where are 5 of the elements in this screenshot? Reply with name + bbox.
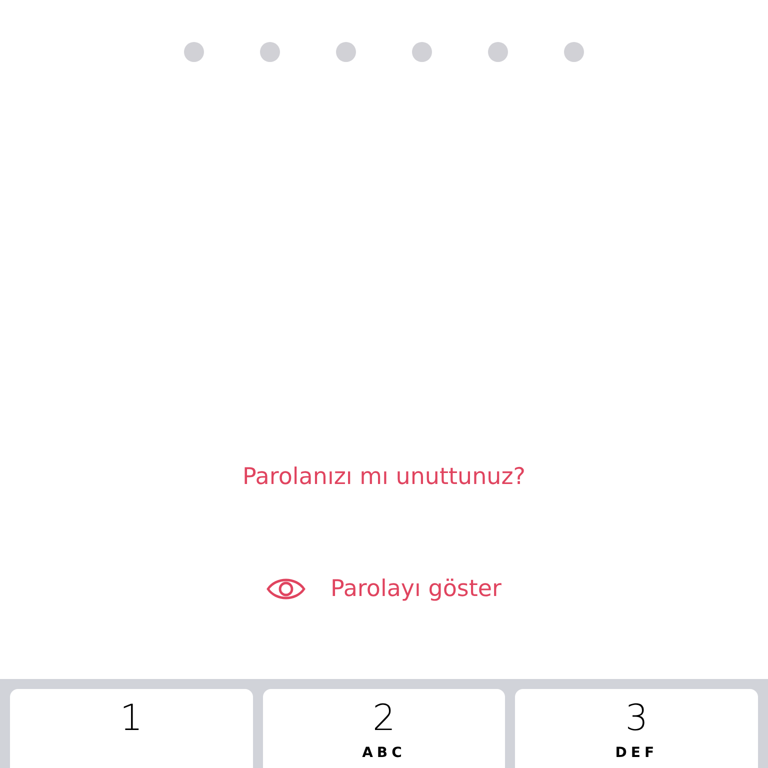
keypad-key[interactable]: 1 — [10, 689, 253, 768]
keypad-key[interactable]: 2 ABC — [262, 689, 506, 768]
show-password-button[interactable]: Parolayı göster — [266, 574, 502, 604]
forgot-password-link[interactable]: Parolanızı mı unuttunuz? — [242, 462, 526, 492]
keypad-key[interactable]: 3 DEF — [515, 689, 758, 768]
